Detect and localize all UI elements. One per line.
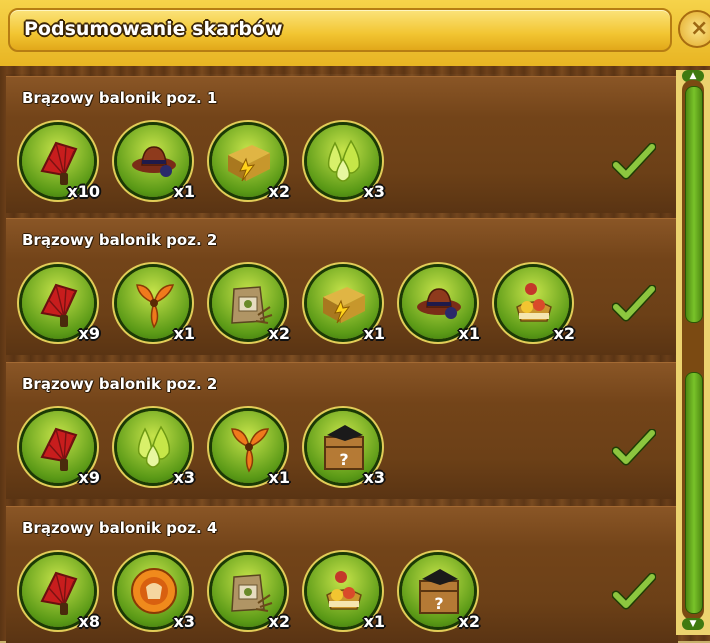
fan-icon — [34, 277, 84, 329]
reward-item[interactable]: x1 — [307, 267, 385, 343]
treasure-row: Brązowy balonik poz. 4 x8 x3 x2 x1? x2 — [6, 506, 678, 643]
item-count: x3 — [173, 468, 195, 487]
scrollbar[interactable]: ▲ ▼ — [676, 70, 710, 635]
gift-basket-icon — [319, 565, 369, 617]
propeller-icon — [224, 421, 274, 473]
item-count: x9 — [78, 324, 100, 343]
row-title: Brązowy balonik poz. 4 — [22, 519, 218, 537]
item-count: x3 — [363, 468, 385, 487]
reward-item[interactable]: x1 — [117, 125, 195, 201]
item-count: x1 — [458, 324, 480, 343]
reward-item[interactable]: x3 — [117, 411, 195, 487]
reward-item[interactable]: x1 — [307, 555, 385, 631]
fertilizer-drops-icon — [319, 135, 369, 187]
row-title: Brązowy balonik poz. 2 — [22, 231, 218, 249]
scroll-down-button[interactable]: ▼ — [682, 618, 704, 630]
item-count: x2 — [553, 324, 575, 343]
mystery-crate-icon: ? — [319, 421, 369, 473]
reward-item[interactable]: x3 — [307, 125, 385, 201]
treasure-row: Brązowy balonik poz. 1 x10 x1 x2 x3 — [6, 76, 678, 213]
item-count: x3 — [363, 182, 385, 201]
item-count: x10 — [67, 182, 100, 201]
reward-item[interactable]: x1 — [402, 267, 480, 343]
treasure-row: Brązowy balonik poz. 2 x9 x1 x2 x1 x1 x2 — [6, 218, 678, 355]
fan-icon — [34, 135, 84, 187]
cowboy-hat-icon — [414, 277, 464, 329]
window-title: Podsumowanie skarbów — [24, 18, 283, 40]
reward-item[interactable]: ? x3 — [307, 411, 385, 487]
item-count: x2 — [268, 612, 290, 631]
item-count: x9 — [78, 468, 100, 487]
row-title: Brązowy balonik poz. 2 — [22, 375, 218, 393]
item-count: x3 — [173, 612, 195, 631]
hay-bale-icon — [319, 277, 369, 329]
gift-basket-icon — [509, 277, 559, 329]
item-count: x1 — [363, 324, 385, 343]
item-count: x8 — [78, 612, 100, 631]
scroll-thumb-upper[interactable] — [685, 86, 703, 323]
propeller-icon — [129, 277, 179, 329]
item-count: x1 — [268, 468, 290, 487]
close-button[interactable]: × — [678, 10, 710, 48]
checkmark-icon — [611, 284, 657, 325]
reward-item[interactable]: x3 — [117, 555, 195, 631]
checkmark-icon — [611, 572, 657, 613]
window-header: Podsumowanie skarbów × — [0, 0, 710, 66]
reward-item[interactable]: x9 — [22, 267, 100, 343]
reward-item[interactable]: x2 — [212, 555, 290, 631]
reward-item[interactable]: x10 — [22, 125, 100, 201]
row-title: Brązowy balonik poz. 1 — [22, 89, 218, 107]
item-count: x2 — [458, 612, 480, 631]
svg-text:?: ? — [339, 450, 348, 469]
seed-bag-icon — [224, 277, 274, 329]
seed-bag-icon — [224, 565, 274, 617]
reward-item[interactable]: x1 — [117, 267, 195, 343]
item-count: x2 — [268, 324, 290, 343]
item-count: x1 — [173, 324, 195, 343]
item-count: x2 — [268, 182, 290, 201]
scroll-track[interactable] — [682, 80, 704, 620]
reward-item[interactable]: x1 — [212, 411, 290, 487]
treasure-row: Brązowy balonik poz. 2 x9 x3 x1? x3 — [6, 362, 678, 499]
fan-icon — [34, 421, 84, 473]
reward-item[interactable]: x2 — [497, 267, 575, 343]
reward-item[interactable]: x2 — [212, 267, 290, 343]
reward-item[interactable]: x9 — [22, 411, 100, 487]
orange-token-icon — [129, 565, 179, 617]
treasure-list-panel: Brązowy balonik poz. 1 x10 x1 x2 x3 Brązowy b… — [0, 66, 710, 643]
reward-item[interactable]: ? x2 — [402, 555, 480, 631]
mystery-crate-icon: ? — [414, 565, 464, 617]
reward-item[interactable]: x2 — [212, 125, 290, 201]
fertilizer-drops-icon — [129, 421, 179, 473]
item-count: x1 — [173, 182, 195, 201]
checkmark-icon — [611, 142, 657, 183]
hay-bale-icon — [224, 135, 274, 187]
treasure-list[interactable]: Brązowy balonik poz. 1 x10 x1 x2 x3 Brązowy b… — [6, 74, 678, 643]
close-icon: × — [690, 16, 709, 41]
item-count: x1 — [363, 612, 385, 631]
scroll-thumb-lower[interactable] — [685, 372, 703, 614]
title-bar: Podsumowanie skarbów — [8, 8, 672, 52]
reward-item[interactable]: x8 — [22, 555, 100, 631]
checkmark-icon — [611, 428, 657, 469]
svg-text:?: ? — [434, 594, 443, 613]
cowboy-hat-icon — [129, 135, 179, 187]
fan-icon — [34, 565, 84, 617]
